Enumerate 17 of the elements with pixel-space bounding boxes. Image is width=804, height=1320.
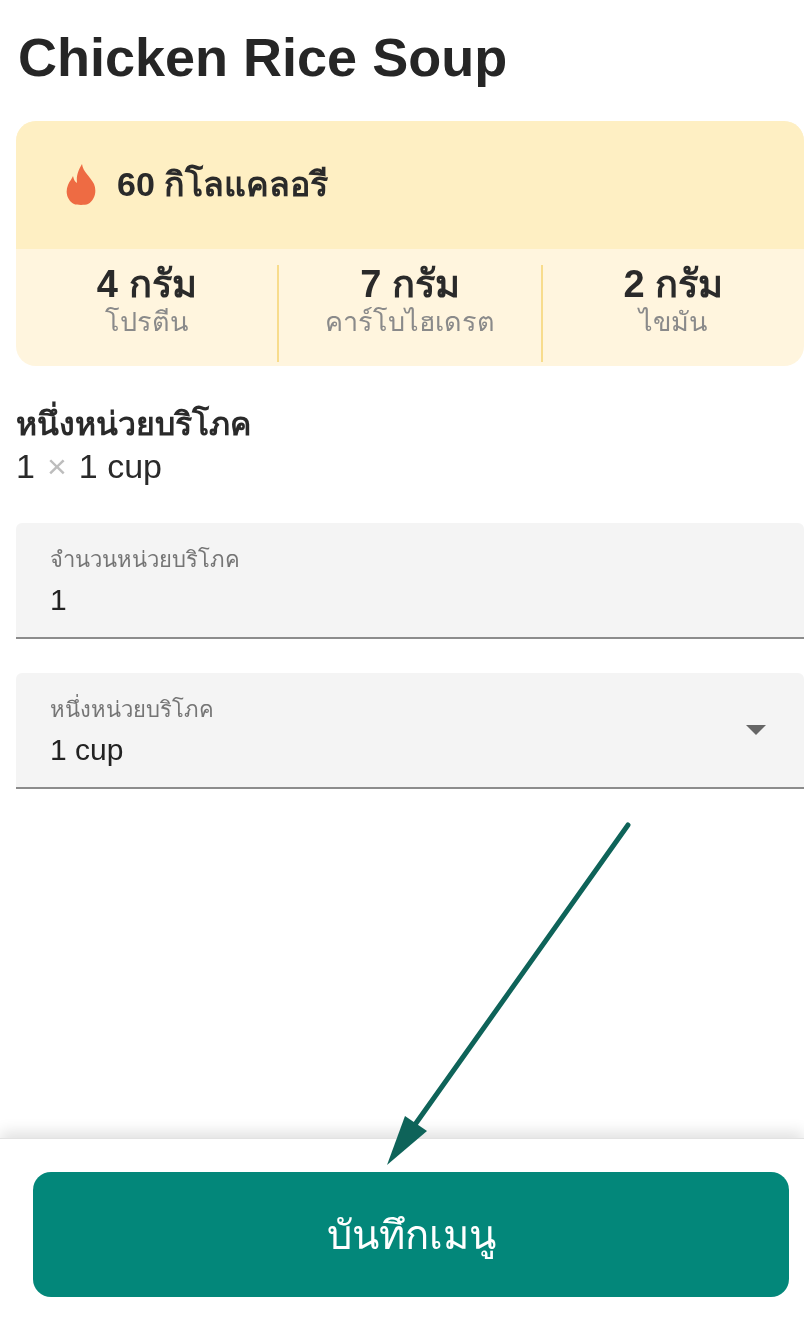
macro-label: โปรตีน — [105, 306, 189, 340]
times-sign: × — [46, 445, 67, 487]
dropdown-caret-icon — [746, 725, 766, 735]
macro-amount: 4 กรัม — [96, 262, 197, 307]
serving-count: 1 — [16, 445, 35, 487]
macro-amount: 2 กรัม — [623, 262, 724, 307]
calorie-value: 60 กิโลแคลอรี — [117, 164, 329, 206]
serving-heading: หนึ่งหน่วยบริโภค — [0, 403, 804, 444]
page-title: Chicken Rice Soup — [17, 26, 509, 89]
macro-label: คาร์โบไฮเดรต — [325, 306, 495, 340]
save-menu-button[interactable]: บันทึกเมนู — [33, 1172, 789, 1297]
serving-unit-dropdown[interactable]: หนึ่งหน่วยบริโภค 1 cup — [16, 673, 804, 789]
macro-amount: 7 กรัม — [360, 262, 460, 307]
servings-input-field[interactable]: จำนวนหน่วยบริโภค 1 — [16, 523, 804, 639]
macro-label: ไขมัน — [639, 306, 708, 340]
serving-unit: 1 cup — [78, 445, 162, 487]
flame-icon — [66, 164, 96, 206]
